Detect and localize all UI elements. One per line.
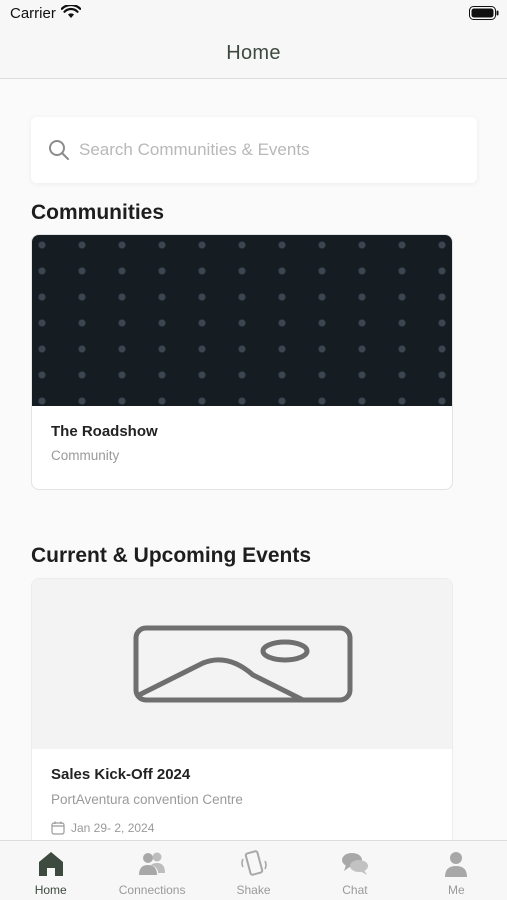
tab-chat[interactable]: Chat [304, 841, 405, 900]
tab-home-label: Home [34, 883, 67, 897]
image-placeholder-icon [133, 625, 353, 703]
tab-chat-label: Chat [342, 883, 368, 897]
community-title: The Roadshow [51, 423, 158, 440]
carrier-label: Carrier [10, 5, 56, 22]
event-location: PortAventura convention Centre [51, 792, 243, 807]
tab-me[interactable]: Me [406, 841, 507, 900]
battery-icon [469, 6, 499, 20]
tab-shake[interactable]: Shake [203, 841, 304, 900]
calendar-icon [51, 821, 65, 835]
page-title: Home [226, 41, 281, 64]
chat-icon [341, 853, 368, 875]
shake-icon [240, 850, 267, 876]
search-bar[interactable] [31, 117, 477, 183]
event-card[interactable]: Sales Kick-Off 2024 PortAventura convent… [31, 578, 453, 848]
event-title: Sales Kick-Off 2024 [51, 766, 191, 783]
communities-heading: Communities [31, 201, 165, 224]
events-heading: Current & Upcoming Events [31, 544, 312, 567]
community-card[interactable]: The Roadshow Community [31, 234, 453, 490]
search-icon [49, 140, 69, 160]
event-image-placeholder [32, 579, 452, 749]
event-date: Jan 29- 2, 2024 [71, 821, 155, 835]
me-icon [445, 852, 468, 877]
community-type: Community [51, 448, 120, 463]
tab-bar: Home Connections Shake Chat Me [0, 840, 507, 900]
event-date-row: Jan 29- 2, 2024 [51, 821, 154, 835]
tab-shake-label: Shake [236, 883, 271, 897]
status-bar: Carrier [0, 0, 507, 28]
tab-connections-label: Connections [118, 883, 186, 897]
community-banner-image [32, 235, 452, 406]
tab-me-label: Me [447, 883, 465, 897]
wifi-icon [61, 5, 81, 18]
search-input[interactable] [79, 135, 459, 165]
tab-connections[interactable]: Connections [101, 841, 202, 900]
connections-icon [139, 852, 166, 875]
tab-home[interactable]: Home [0, 841, 101, 900]
home-icon [38, 852, 63, 876]
navigation-bar: Home [0, 28, 507, 79]
